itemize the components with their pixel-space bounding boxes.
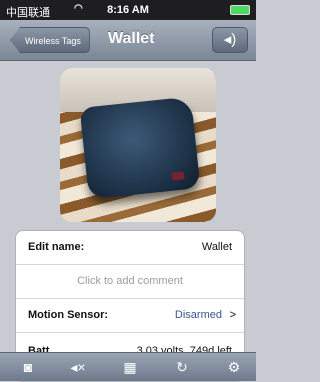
edit-name-row[interactable]: Edit name: Wallet — [16, 231, 244, 265]
tag-photo[interactable] — [60, 68, 216, 222]
gear-icon[interactable]: ⚙ — [222, 357, 246, 377]
edit-name-label: Edit name: — [28, 241, 85, 253]
status-time: 8:16 AM — [107, 4, 149, 16]
battery-icon — [230, 5, 250, 15]
navigation-bar: Wireless Tags Wallet ◂) — [0, 20, 256, 61]
comment-row[interactable]: Click to add comment — [16, 265, 244, 299]
tag-image — [171, 171, 185, 181]
status-bar: 中国联通 ◠ 8:16 AM — [0, 0, 256, 20]
motion-sensor-row[interactable]: Motion Sensor: Disarmed > — [16, 299, 244, 333]
camera-icon[interactable]: ◙ — [16, 357, 40, 377]
bottom-toolbar: ◙ ◂× ▦ ↻ ⚙ — [0, 352, 256, 381]
comment-placeholder[interactable]: Click to add comment — [77, 275, 183, 287]
motion-sensor-label: Motion Sensor: — [28, 309, 109, 321]
page-title: Wallet — [108, 30, 155, 47]
calculator-icon[interactable]: ▦ — [118, 357, 142, 377]
mute-icon[interactable]: ◂× — [66, 357, 90, 377]
sound-button[interactable]: ◂) — [212, 27, 248, 53]
chevron-right-icon: > — [229, 309, 236, 321]
speaker-icon: ◂) — [223, 31, 237, 48]
back-button[interactable]: Wireless Tags — [10, 27, 90, 53]
motion-sensor-value: Disarmed — [174, 309, 222, 321]
refresh-icon[interactable]: ↻ — [170, 357, 194, 377]
wallet-image — [79, 96, 201, 200]
edit-name-value[interactable]: Wallet — [202, 231, 232, 264]
